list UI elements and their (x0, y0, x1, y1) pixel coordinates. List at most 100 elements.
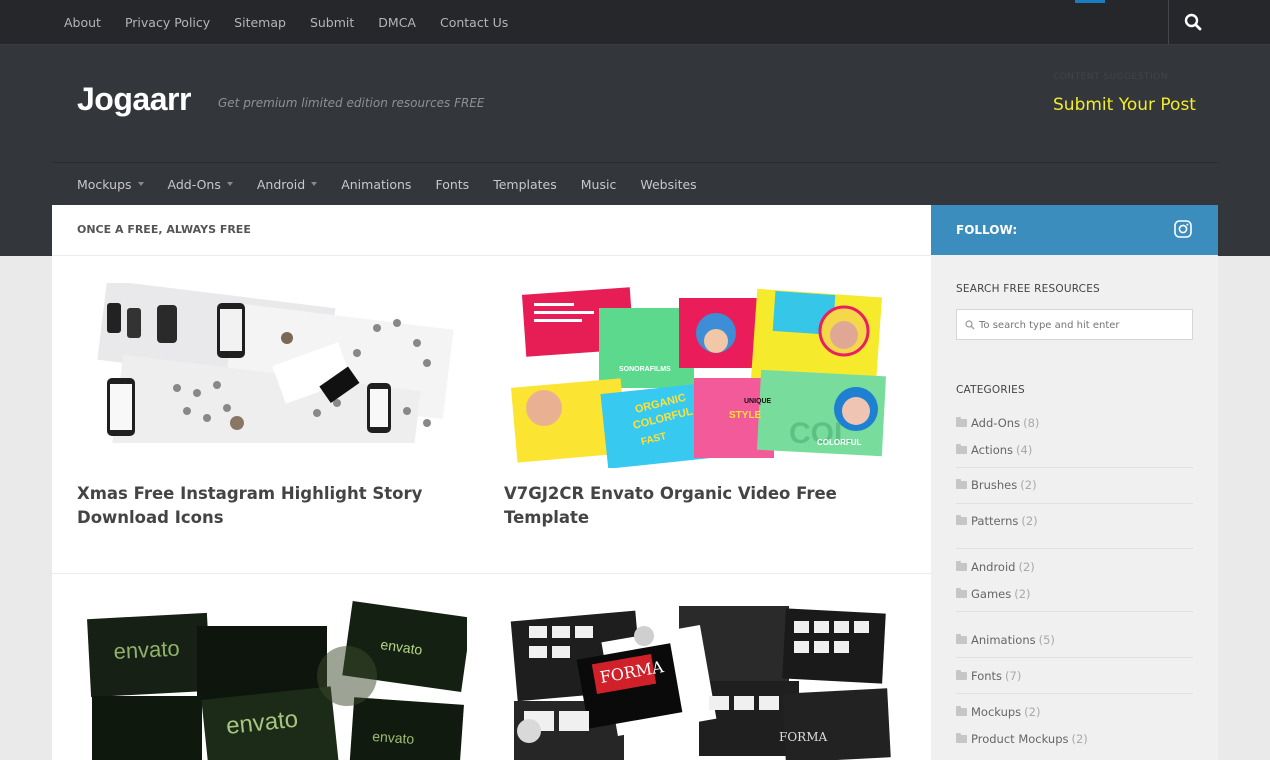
category-item[interactable]: Brushes (2) (956, 474, 1193, 496)
category-count: (5) (1038, 633, 1055, 647)
category-name: Animations (971, 633, 1036, 647)
category-item[interactable]: Mockups (2) (956, 701, 1193, 723)
post-title-link[interactable]: Xmas Free Instagram Highlight Story Down… (77, 482, 477, 530)
thumb-text: COLORFUL (817, 438, 862, 447)
post-thumbnail[interactable]: ORGANIC COLORFUL FAST SONORAFILMS UNIQUE… (504, 283, 894, 468)
mainnav-websites[interactable]: Websites (640, 177, 696, 192)
search-input[interactable] (979, 316, 1184, 334)
top-bar: About Privacy Policy Sitemap Submit DMCA… (0, 0, 1270, 45)
folder-icon (956, 733, 967, 743)
category-divider (956, 503, 1193, 504)
topnav-about-link[interactable]: About (64, 15, 101, 30)
folder-icon (956, 479, 967, 489)
chevron-down-icon (311, 182, 318, 186)
category-count: (4) (1016, 443, 1033, 457)
mainnav-label: Mockups (77, 176, 132, 192)
post-card: ORGANIC COLORFUL FAST SONORAFILMS UNIQUE… (504, 283, 914, 543)
post-row-divider (52, 573, 931, 574)
category-count: (2) (1014, 587, 1031, 601)
folder-icon (956, 634, 967, 644)
instagram-icon[interactable] (1174, 220, 1192, 238)
category-count: (2) (1018, 560, 1035, 574)
mainnav-android[interactable]: Android (256, 176, 318, 192)
category-item[interactable]: Games (2) (956, 583, 1193, 605)
follow-label: FOLLOW: (956, 223, 1018, 237)
ad-label: CONTENT SUGGESTION (1053, 72, 1168, 82)
folder-icon (956, 444, 967, 454)
category-count: (2) (1020, 478, 1037, 492)
thumb-text: FORMA (779, 730, 827, 744)
post-thumbnail[interactable]: envato envato envato envato (77, 601, 467, 760)
post-card: Xmas Free Instagram Highlight Story Down… (77, 283, 487, 543)
topnav-dmca-link[interactable]: DMCA (378, 15, 416, 30)
folder-icon (956, 706, 967, 716)
category-count: (7) (1005, 669, 1022, 683)
sidebar-search (956, 309, 1193, 340)
topbar-divider (1168, 0, 1169, 44)
nav-divider (52, 162, 1218, 163)
category-item[interactable]: Android (2) (956, 556, 1193, 578)
post-card: envato envato envato envato (77, 601, 487, 760)
folder-icon (956, 417, 967, 427)
category-name: Product Mockups (971, 732, 1069, 746)
category-name: Add-Ons (971, 416, 1021, 430)
site-logo[interactable]: Jogaarr (77, 81, 191, 118)
chevron-down-icon (226, 182, 233, 186)
category-divider (956, 693, 1193, 694)
thumb-text: UNIQUE (744, 398, 772, 405)
post-thumbnail[interactable]: FORMA FORMA (504, 601, 894, 760)
category-item[interactable]: Patterns (2) (956, 510, 1193, 532)
submit-your-post-link[interactable]: Submit Your Post (1053, 95, 1196, 115)
folder-icon (956, 588, 967, 598)
page-heading: ONCE A FREE, ALWAYS FREE (77, 223, 251, 236)
mainnav-music[interactable]: Music (581, 177, 617, 192)
category-name: Patterns (971, 514, 1019, 528)
page-heading-bar: ONCE A FREE, ALWAYS FREE (52, 205, 931, 256)
folder-icon (956, 515, 967, 525)
post-title-link[interactable]: V7GJ2CR Envato Organic Video Free Templa… (504, 482, 904, 530)
category-item[interactable]: Fonts (7) (956, 665, 1193, 687)
thumb-text: envato (113, 636, 180, 664)
category-item[interactable]: Animations (5) (956, 629, 1193, 651)
mainnav-mockups[interactable]: Mockups (77, 177, 144, 192)
mainnav-add-ons[interactable]: Add-Ons (168, 177, 233, 192)
mainnav-label: Android (256, 176, 306, 192)
topnav-contact-us-link[interactable]: Contact Us (440, 15, 508, 30)
category-divider (956, 548, 1193, 549)
category-name: Actions (971, 443, 1014, 457)
sidebar: FOLLOW: SEARCH FREE RESOURCES CATEGORIES… (931, 205, 1218, 760)
thumb-text: STYLE (729, 410, 762, 421)
topnav-privacy-policy-link[interactable]: Privacy Policy (125, 15, 210, 30)
top-accent-bar (1075, 0, 1105, 3)
folder-icon (956, 670, 967, 680)
mainnav-templates[interactable]: Templates (493, 177, 557, 192)
categories-heading: CATEGORIES (956, 384, 1025, 396)
category-item[interactable]: Add-Ons (8) (956, 412, 1193, 434)
search-icon (965, 320, 975, 330)
category-count: (2) (1071, 732, 1088, 746)
category-count: (8) (1023, 416, 1040, 430)
category-item[interactable]: Product Mockups (2) (956, 728, 1193, 750)
category-divider (956, 611, 1193, 612)
category-item[interactable]: Actions (4) (956, 439, 1193, 461)
chevron-down-icon (137, 182, 144, 186)
search-icon[interactable] (1182, 11, 1204, 33)
mainnav-fonts[interactable]: Fonts (435, 177, 469, 192)
category-divider (956, 657, 1193, 658)
post-card: FORMA FORMA (504, 601, 914, 760)
topnav-submit-link[interactable]: Submit (310, 15, 354, 30)
category-name: Brushes (971, 478, 1018, 492)
mainnav-label: Add-Ons (167, 176, 221, 192)
main-content: ONCE A FREE, ALWAYS FREE Xmas Free Insta… (52, 205, 931, 760)
mainnav-animations[interactable]: Animations (341, 177, 411, 192)
topnav-sitemap-link[interactable]: Sitemap (234, 15, 286, 30)
thumb-text: envato (372, 728, 415, 747)
thumb-text: SONORAFILMS (619, 366, 671, 373)
category-name: Games (971, 587, 1012, 601)
category-name: Android (971, 560, 1016, 574)
category-divider (956, 467, 1193, 468)
post-thumbnail[interactable] (77, 283, 467, 468)
category-count: (2) (1024, 705, 1041, 719)
category-count: (2) (1021, 514, 1038, 528)
follow-bar: FOLLOW: (931, 205, 1218, 255)
